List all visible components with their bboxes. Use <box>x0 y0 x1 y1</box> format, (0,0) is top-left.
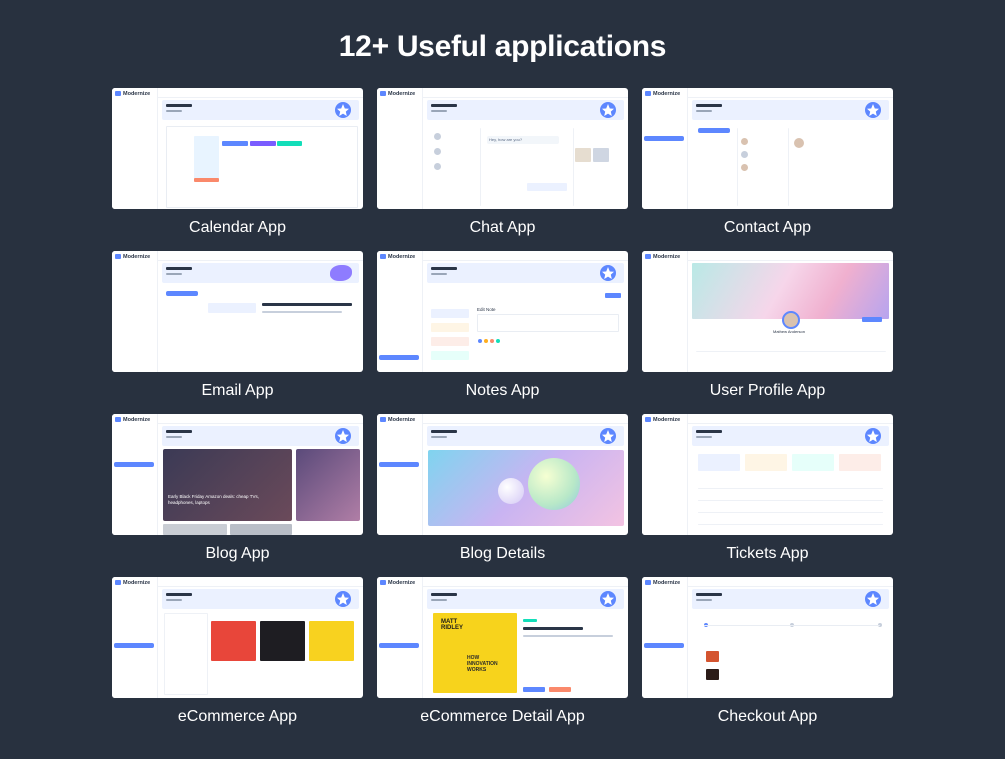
screenshot-tickets[interactable]: Modernize <box>642 414 893 535</box>
app-card-email[interactable]: Modernize Email App <box>112 251 363 414</box>
app-card-checkout[interactable]: Modernize Checkout App <box>642 577 893 740</box>
app-card-tickets[interactable]: Modernize Tickets App <box>642 414 893 577</box>
app-caption: eCommerce App <box>177 708 298 725</box>
app-card-notes[interactable]: Modernize Edit Note Notes App <box>377 251 628 414</box>
cart-item-image <box>706 669 719 680</box>
brand-logo: Modernize <box>645 254 680 260</box>
app-caption: Notes App <box>465 382 540 399</box>
app-caption: Email App <box>201 382 274 399</box>
app-caption: User Profile App <box>709 382 826 399</box>
brand-logo: Modernize <box>115 254 150 260</box>
screenshot-blog-details[interactable]: Modernize <box>377 414 628 535</box>
brand-logo: Modernize <box>645 580 680 586</box>
app-caption: Blog App <box>205 545 270 562</box>
app-caption: eCommerce Detail App <box>420 708 585 725</box>
screenshot-profile[interactable]: Modernize Mathew Anderson <box>642 251 893 372</box>
product-image <box>211 621 256 661</box>
screenshot-contact[interactable]: Modernize <box>642 88 893 209</box>
star-badge-icon <box>865 428 881 444</box>
cart-item-image <box>706 651 719 662</box>
app-card-calendar[interactable]: Modernize Calendar App <box>112 88 363 251</box>
screenshot-ecommerce[interactable]: Modernize <box>112 577 363 698</box>
app-caption: Blog Details <box>459 545 546 562</box>
profile-name: Mathew Anderson <box>772 329 806 334</box>
email-illustration <box>330 265 352 281</box>
brand-logo: Modernize <box>115 580 150 586</box>
book-cover: MATT RIDLEY HOW INNOVATION WORKS <box>433 613 517 693</box>
brand-logo: Modernize <box>645 91 680 97</box>
app-card-blog-details[interactable]: Modernize Blog Details <box>377 414 628 577</box>
star-badge-icon <box>600 591 616 607</box>
star-badge-icon <box>600 265 616 281</box>
brand-logo: Modernize <box>645 417 680 423</box>
notes-editor-heading: Edit Note <box>477 307 496 312</box>
app-card-profile[interactable]: Modernize Mathew Anderson User Profile A… <box>642 251 893 414</box>
brand-logo: Modernize <box>115 91 150 97</box>
screenshot-notes[interactable]: Modernize Edit Note <box>377 251 628 372</box>
star-badge-icon <box>865 102 881 118</box>
star-badge-icon <box>600 102 616 118</box>
brand-logo: Modernize <box>380 417 415 423</box>
star-badge-icon <box>335 428 351 444</box>
app-card-blog[interactable]: Modernize Early Black Friday Amazon deal… <box>112 414 363 577</box>
screenshot-email[interactable]: Modernize <box>112 251 363 372</box>
apps-grid: Modernize Calendar App Modernize Hey, ho… <box>112 88 893 740</box>
star-badge-icon <box>335 102 351 118</box>
star-badge-icon <box>335 591 351 607</box>
star-badge-icon <box>865 591 881 607</box>
screenshot-blog[interactable]: Modernize Early Black Friday Amazon deal… <box>112 414 363 535</box>
app-card-ecommerce[interactable]: Modernize eCommerce App <box>112 577 363 740</box>
brand-logo: Modernize <box>380 91 415 97</box>
product-image <box>309 621 354 661</box>
screenshot-ecommerce-detail[interactable]: Modernize MATT RIDLEY HOW INNOVATION WOR… <box>377 577 628 698</box>
app-caption: Checkout App <box>717 708 818 725</box>
app-card-ecommerce-detail[interactable]: Modernize MATT RIDLEY HOW INNOVATION WOR… <box>377 577 628 740</box>
blog-hero-image <box>428 450 624 526</box>
app-card-chat[interactable]: Modernize Hey, how are you? Chat App <box>377 88 628 251</box>
product-image <box>260 621 305 661</box>
page-heading: 12+ Useful applications <box>338 30 667 63</box>
app-caption: Tickets App <box>726 545 809 562</box>
screenshot-calendar[interactable]: Modernize <box>112 88 363 209</box>
screenshot-chat[interactable]: Modernize Hey, how are you? <box>377 88 628 209</box>
blog-headline: Early Black Friday Amazon deals: cheap T… <box>168 494 259 505</box>
brand-logo: Modernize <box>380 254 415 260</box>
brand-logo: Modernize <box>380 580 415 586</box>
brand-logo: Modernize <box>115 417 150 423</box>
app-card-contact[interactable]: Modernize Contact App <box>642 88 893 251</box>
profile-avatar <box>782 311 800 329</box>
app-caption: Contact App <box>723 219 812 236</box>
star-badge-icon <box>600 428 616 444</box>
showcase-page: 12+ Useful applications Modernize Calend… <box>0 0 1005 759</box>
app-caption: Calendar App <box>189 219 286 236</box>
screenshot-checkout[interactable]: Modernize <box>642 577 893 698</box>
app-caption: Chat App <box>469 219 536 236</box>
chat-bubble: Hey, how are you? <box>487 136 559 144</box>
